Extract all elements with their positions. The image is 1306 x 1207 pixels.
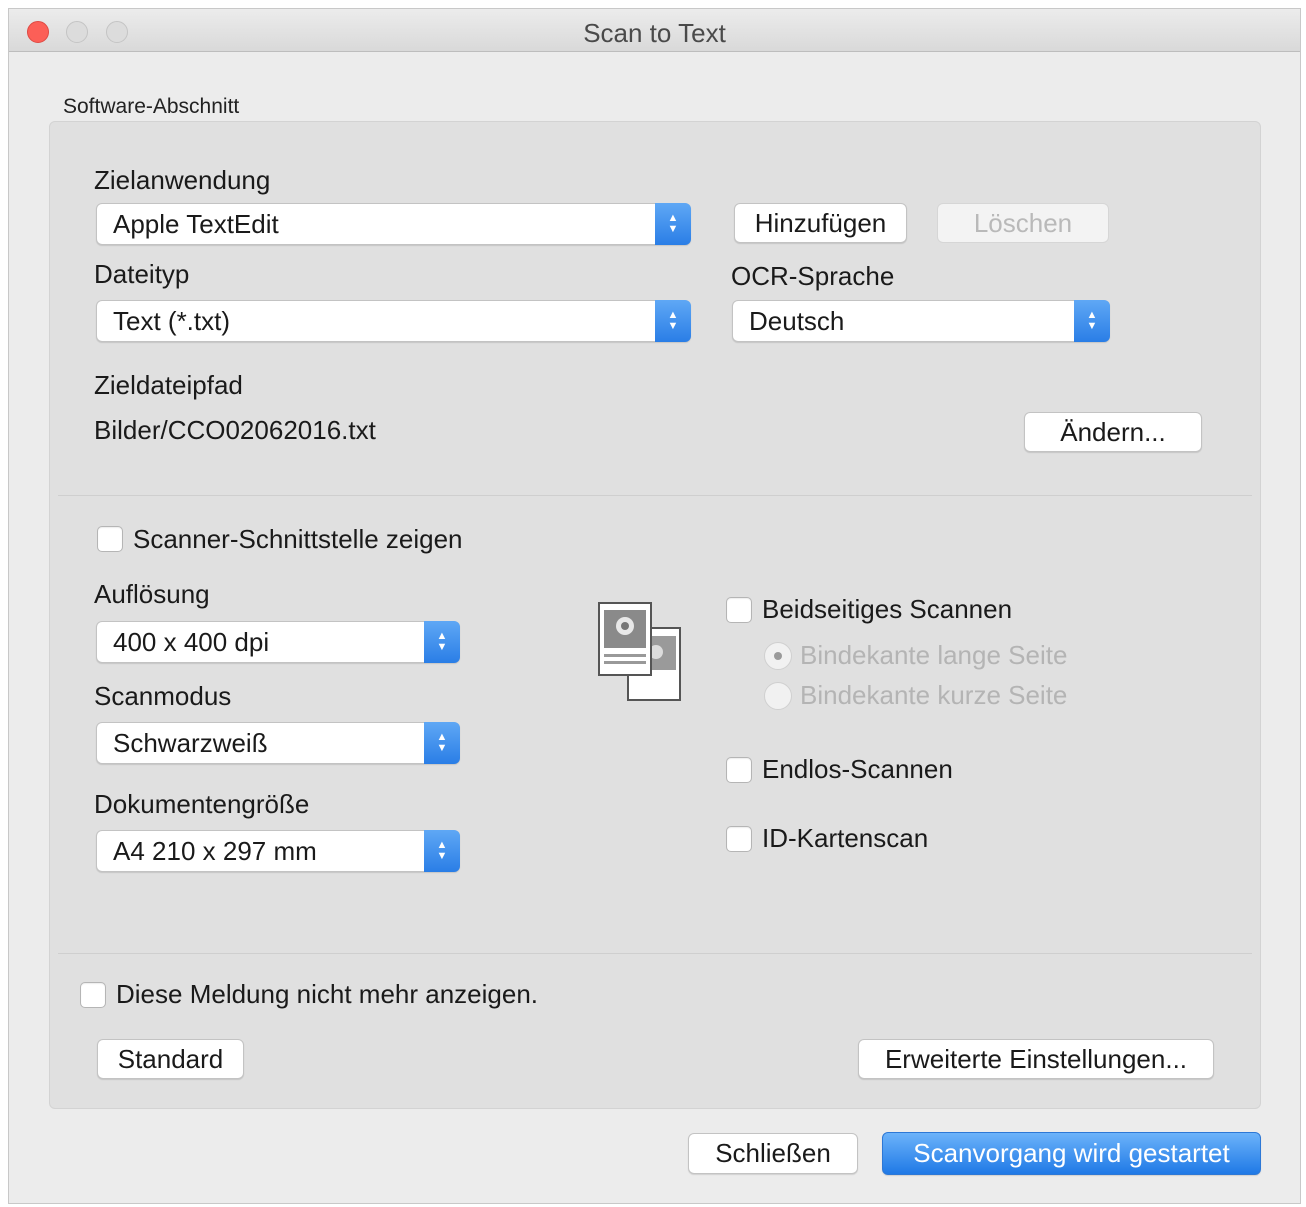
dont-show-label: Diese Meldung nicht mehr anzeigen.: [116, 979, 539, 1009]
section-divider: [58, 495, 1252, 496]
ocr-language-select[interactable]: Deutsch ▲ ▼: [732, 300, 1110, 342]
dont-show-checkbox[interactable]: [80, 982, 106, 1008]
scan-mode-select[interactable]: Schwarzweiß ▲ ▼: [96, 722, 460, 764]
resolution-label: Auflösung: [94, 579, 210, 609]
target-path-label: Zieldateipfad: [94, 370, 243, 400]
ocr-language-stepper-icon: ▲ ▼: [1074, 300, 1110, 342]
binding-short-label: Bindekante kurze Seite: [800, 680, 1068, 710]
duplex-pages-icon: [598, 602, 681, 701]
binding-short-radio[interactable]: [764, 682, 792, 710]
show-scanner-ui-checkbox[interactable]: [97, 526, 123, 552]
window-title: Scan to Text: [583, 18, 726, 48]
software-section-label: Software-Abschnitt: [63, 95, 240, 118]
doc-size-value: A4 210 x 297 mm: [113, 836, 317, 866]
start-scan-button[interactable]: Scanvorgang wird gestartet: [882, 1132, 1261, 1175]
settings-panel: Zielanwendung Apple TextEdit ▲ ▼ Hinzufüg…: [49, 121, 1261, 1109]
duplex-checkbox[interactable]: [726, 597, 752, 623]
resolution-value: 400 x 400 dpi: [113, 627, 270, 657]
delete-button[interactable]: Löschen: [937, 203, 1109, 243]
target-app-value: Apple TextEdit: [113, 209, 279, 239]
continuous-scan-checkbox[interactable]: [726, 757, 752, 783]
scan-mode-value: Schwarzweiß: [113, 728, 268, 758]
target-app-select[interactable]: Apple TextEdit ▲ ▼: [96, 203, 691, 245]
scan-mode-stepper-icon: ▲ ▼: [424, 722, 460, 764]
binding-long-radio[interactable]: [764, 642, 792, 670]
title-bar[interactable]: Scan to Text: [9, 9, 1300, 52]
file-type-select[interactable]: Text (*.txt) ▲ ▼: [96, 300, 691, 342]
doc-size-stepper-icon: ▲ ▼: [424, 830, 460, 872]
resolution-select[interactable]: 400 x 400 dpi ▲ ▼: [96, 621, 460, 663]
continuous-scan-label: Endlos-Scannen: [762, 754, 953, 784]
default-button[interactable]: Standard: [97, 1039, 244, 1079]
footer-divider: [58, 953, 1252, 954]
scan-mode-label: Scanmodus: [94, 681, 232, 711]
file-type-value: Text (*.txt): [113, 306, 231, 336]
id-card-label: ID-Kartenscan: [762, 823, 929, 853]
duplex-label: Beidseitiges Scannen: [762, 594, 1013, 624]
ocr-language-label: OCR-Sprache: [731, 261, 895, 291]
scan-to-text-window: Scan to Text Software-Abschnitt Zielanwe…: [8, 8, 1301, 1204]
id-card-checkbox[interactable]: [726, 826, 752, 852]
ocr-language-value: Deutsch: [749, 306, 845, 336]
target-app-stepper-icon: ▲ ▼: [655, 203, 691, 245]
advanced-settings-button[interactable]: Erweiterte Einstellungen...: [858, 1039, 1214, 1079]
add-button[interactable]: Hinzufügen: [734, 203, 907, 243]
file-type-stepper-icon: ▲ ▼: [655, 300, 691, 342]
change-path-button[interactable]: Ändern...: [1024, 412, 1202, 452]
doc-size-select[interactable]: A4 210 x 297 mm ▲ ▼: [96, 830, 460, 872]
show-scanner-ui-label: Scanner-Schnittstelle zeigen: [133, 524, 463, 554]
target-app-label: Zielanwendung: [94, 165, 271, 195]
doc-size-label: Dokumentengröße: [94, 789, 310, 819]
resolution-stepper-icon: ▲ ▼: [424, 621, 460, 663]
close-button[interactable]: Schließen: [688, 1133, 858, 1174]
target-path-value: Bilder/CCO02062016.txt: [94, 415, 376, 445]
binding-long-label: Bindekante lange Seite: [800, 640, 1068, 670]
file-type-label: Dateityp: [94, 259, 190, 289]
